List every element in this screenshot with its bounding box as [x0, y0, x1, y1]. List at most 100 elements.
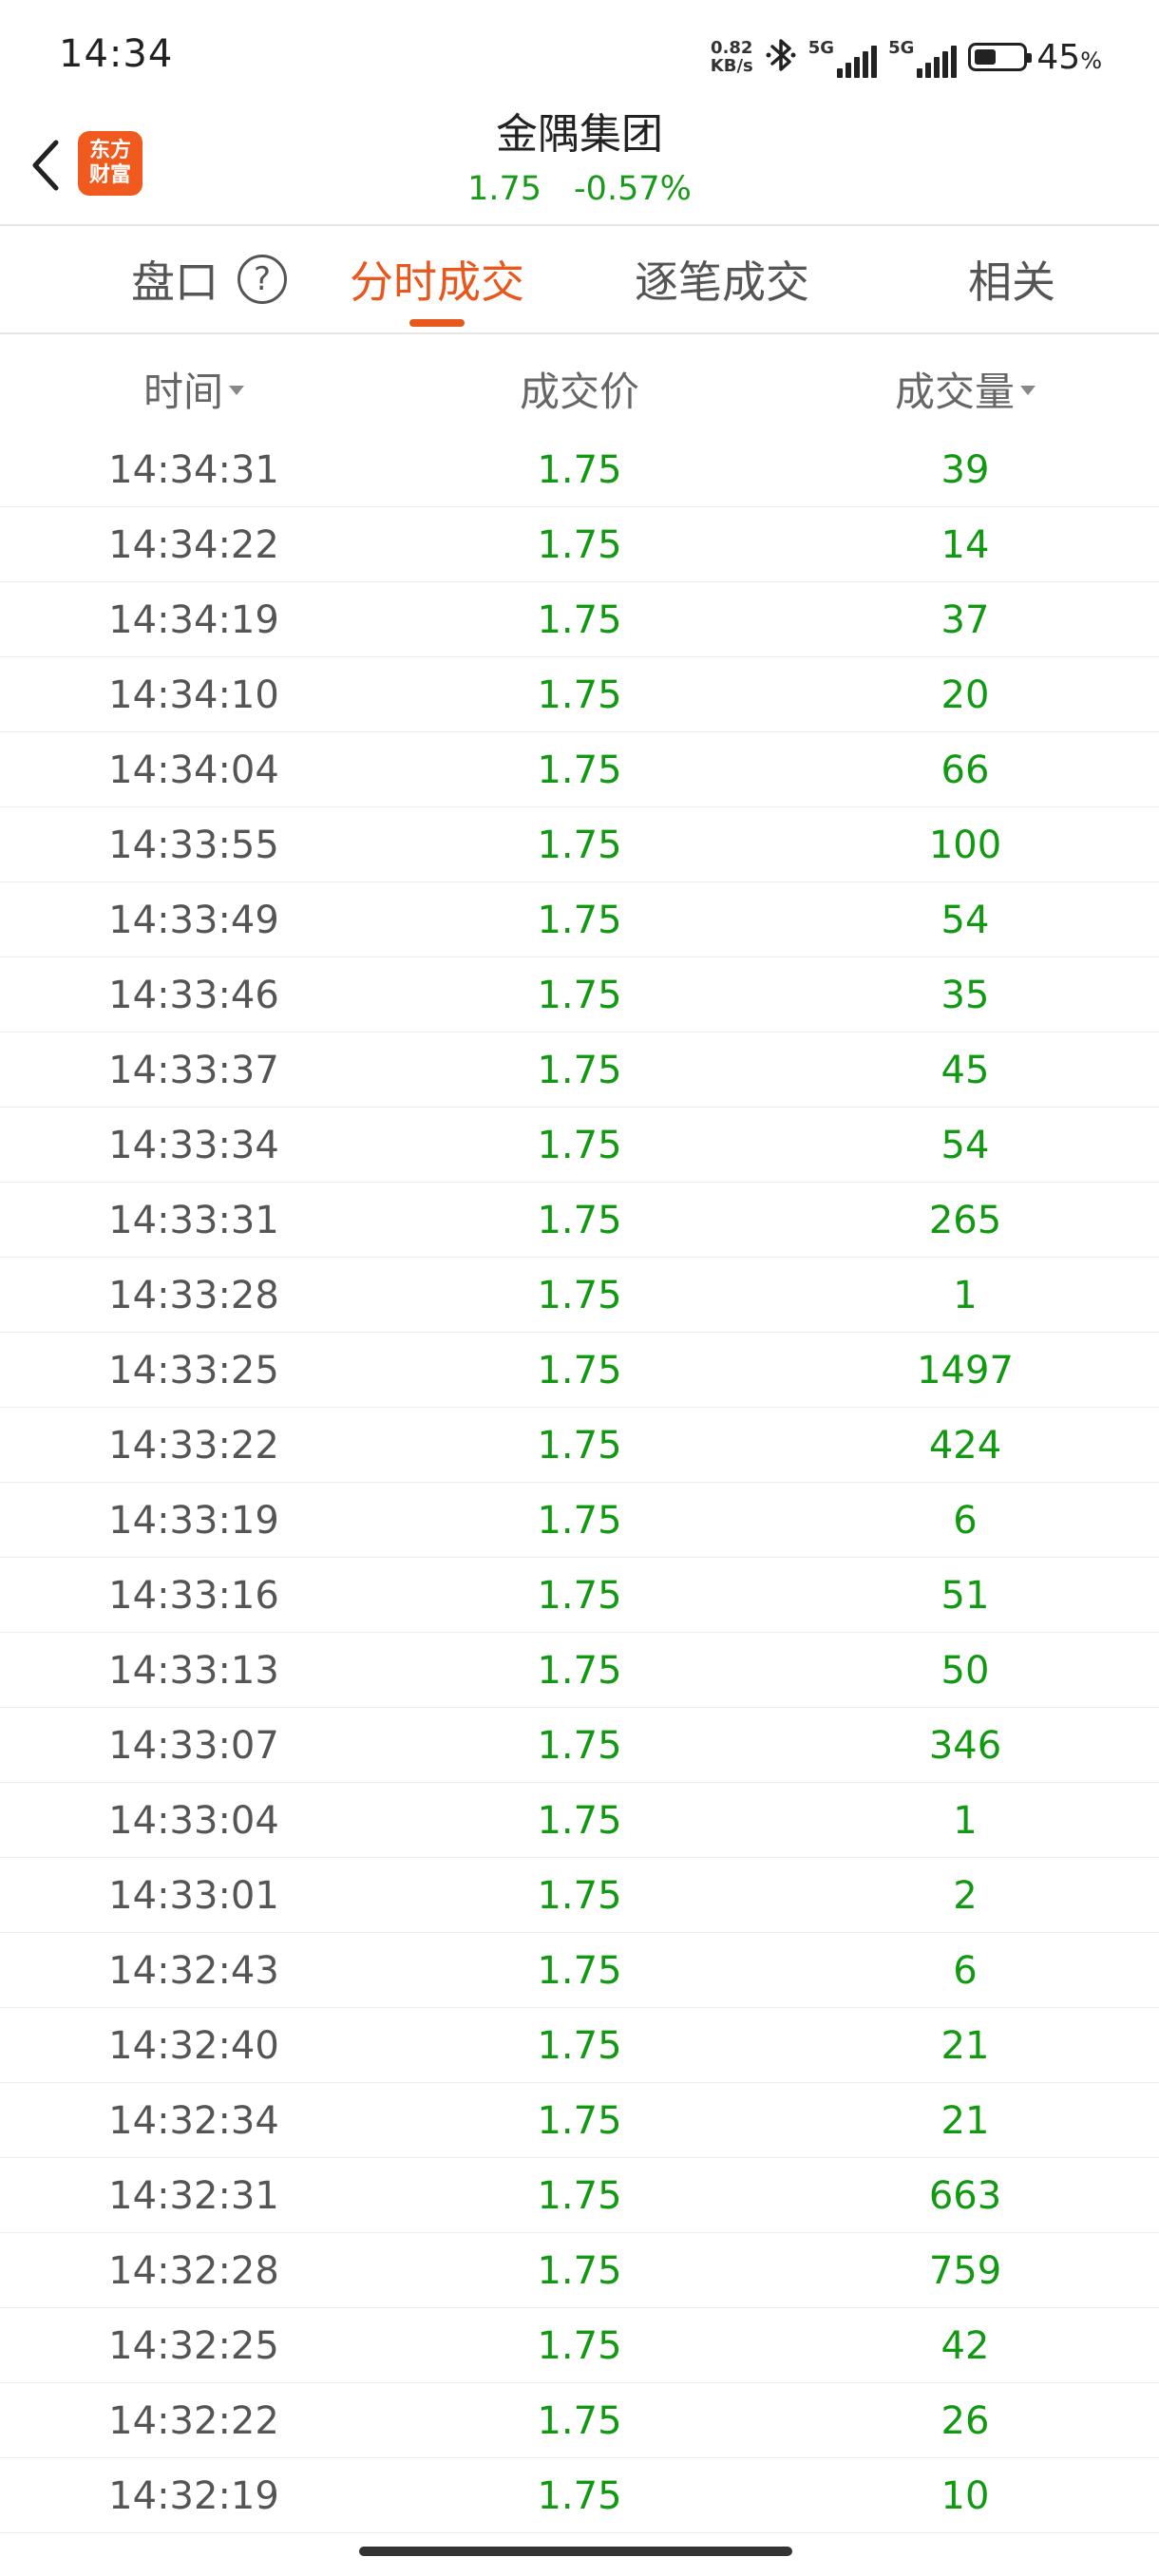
trade-time: 14:32:28 — [108, 2248, 279, 2293]
stock-header: 东方 财富 金隅集团 1.75 -0.57% — [0, 104, 1159, 226]
table-row: 14:33:37 1.75 45 — [0, 1032, 1159, 1108]
trade-volume: 20 — [940, 672, 990, 717]
help-icon[interactable]: ? — [238, 255, 287, 304]
stock-name: 金隅集团 — [496, 110, 663, 159]
signal-icon-sim2: 5G — [888, 36, 958, 78]
trade-time: 14:33:31 — [108, 1198, 279, 1242]
trade-volume: 6 — [953, 1948, 978, 1993]
status-time: 14:34 — [59, 32, 174, 76]
trade-volume: 50 — [940, 1648, 990, 1693]
tab-label: 逐笔成交 — [635, 256, 809, 308]
trade-time: 14:33:37 — [108, 1048, 279, 1092]
trade-volume: 759 — [928, 2248, 1002, 2293]
trade-volume: 54 — [940, 1123, 990, 1167]
trade-volume: 10 — [940, 2473, 990, 2518]
table-row: 14:33:13 1.75 50 — [0, 1633, 1159, 1708]
trade-time: 14:33:16 — [108, 1573, 279, 1618]
trade-volume: 100 — [928, 823, 1002, 867]
table-row: 14:32:43 1.75 6 — [0, 1933, 1159, 2008]
trade-volume: 6 — [953, 1498, 978, 1543]
home-indicator[interactable] — [359, 2547, 792, 2556]
trade-price: 1.75 — [537, 672, 622, 717]
trade-price: 1.75 — [537, 2173, 622, 2218]
tab-time-sharing-trades[interactable]: 分时成交 — [314, 226, 560, 332]
trade-volume: 14 — [940, 522, 990, 567]
table-row: 14:33:07 1.75 346 — [0, 1708, 1159, 1783]
trade-time: 14:34:04 — [108, 748, 279, 792]
battery-fill — [975, 49, 996, 65]
trade-volume: 346 — [928, 1723, 1002, 1768]
trade-time: 14:32:40 — [108, 2023, 279, 2068]
table-row: 14:33:01 1.75 2 — [0, 1858, 1159, 1933]
trade-price: 1.75 — [537, 1348, 622, 1392]
table-row: 14:33:04 1.75 1 — [0, 1783, 1159, 1858]
stock-change-pct: -0.57% — [574, 170, 692, 208]
sort-down-icon — [1020, 386, 1036, 395]
bluetooth-icon — [765, 36, 797, 78]
table-row: 14:32:25 1.75 42 — [0, 2308, 1159, 2383]
trade-time: 14:33:34 — [108, 1123, 279, 1167]
tab-label: 盘口 — [131, 256, 218, 308]
trade-time: 14:32:25 — [108, 2323, 279, 2368]
trade-price: 1.75 — [537, 2323, 622, 2368]
signal-icon: 5G — [808, 36, 878, 78]
trade-time: 14:32:22 — [108, 2398, 279, 2443]
table-row: 14:32:40 1.75 21 — [0, 2008, 1159, 2083]
trade-volume: 26 — [940, 2398, 990, 2443]
trade-price: 1.75 — [537, 898, 622, 942]
trade-volume: 424 — [928, 1423, 1002, 1468]
table-row: 14:34:31 1.75 39 — [0, 432, 1159, 507]
trade-volume: 45 — [940, 1048, 990, 1092]
trade-time: 14:33:55 — [108, 823, 279, 867]
trade-volume: 21 — [940, 2098, 990, 2143]
trade-time: 14:34:31 — [108, 447, 279, 492]
table-row: 14:34:19 1.75 37 — [0, 582, 1159, 657]
trade-time: 14:32:34 — [108, 2098, 279, 2143]
tab-label: 分时成交 — [350, 256, 524, 308]
table-row: 14:33:55 1.75 100 — [0, 807, 1159, 882]
trade-time: 14:33:04 — [108, 1798, 279, 1843]
trade-time: 14:33:49 — [108, 898, 279, 942]
table-row: 14:33:25 1.75 1497 — [0, 1333, 1159, 1408]
table-header: 时间 成交价 成交量 — [0, 346, 1159, 431]
column-label: 时间 — [142, 368, 223, 415]
battery-body — [968, 43, 1033, 71]
column-header-time[interactable]: 时间 — [4, 346, 384, 431]
tab-order-book[interactable]: 盘口 ? — [86, 226, 332, 332]
trade-volume: 42 — [940, 2323, 990, 2368]
table-row: 14:33:34 1.75 54 — [0, 1108, 1159, 1183]
tab-related[interactable]: 相关 — [888, 226, 1135, 332]
column-header-volume[interactable]: 成交量 — [775, 346, 1155, 431]
trade-time: 14:34:22 — [108, 522, 279, 567]
trade-price: 1.75 — [537, 1873, 622, 1918]
trade-list[interactable]: 14:34:31 1.75 39 14:34:22 1.75 14 14:34:19 1.75… — [0, 432, 1159, 2533]
table-row: 14:33:49 1.75 54 — [0, 882, 1159, 957]
trade-price: 1.75 — [537, 1123, 622, 1167]
tab-bar: 盘口 ? 分时成交 逐笔成交 相关 — [0, 226, 1159, 334]
trade-price: 1.75 — [537, 1648, 622, 1693]
table-row: 14:33:16 1.75 51 — [0, 1558, 1159, 1633]
column-header-price: 成交价 — [390, 346, 770, 431]
status-icons: 0.82 KB/s 5G 5G 45% — [711, 32, 1102, 82]
trade-time: 14:33:07 — [108, 1723, 279, 1768]
trade-time: 14:33:01 — [108, 1873, 279, 1918]
trade-price: 1.75 — [537, 447, 622, 492]
trade-time: 14:32:31 — [108, 2173, 279, 2218]
trade-price: 1.75 — [537, 2473, 622, 2518]
trade-price: 1.75 — [537, 1048, 622, 1092]
trade-price: 1.75 — [537, 748, 622, 792]
tab-tick-trades[interactable]: 逐笔成交 — [598, 226, 846, 332]
trade-price: 1.75 — [537, 1198, 622, 1242]
trade-price: 1.75 — [537, 2248, 622, 2293]
stock-price: 1.75 — [467, 170, 542, 208]
trade-time: 14:32:43 — [108, 1948, 279, 1993]
sim2-label: 5G — [888, 38, 915, 58]
table-row: 14:34:10 1.75 20 — [0, 657, 1159, 732]
trade-volume: 1 — [953, 1273, 978, 1317]
network-speed: 0.82 KB/s — [711, 39, 753, 75]
column-label: 成交价 — [519, 368, 639, 415]
table-row: 14:34:04 1.75 66 — [0, 732, 1159, 807]
trade-volume: 21 — [940, 2023, 990, 2068]
trade-price: 1.75 — [537, 1948, 622, 1993]
trade-volume: 1497 — [917, 1348, 1014, 1392]
